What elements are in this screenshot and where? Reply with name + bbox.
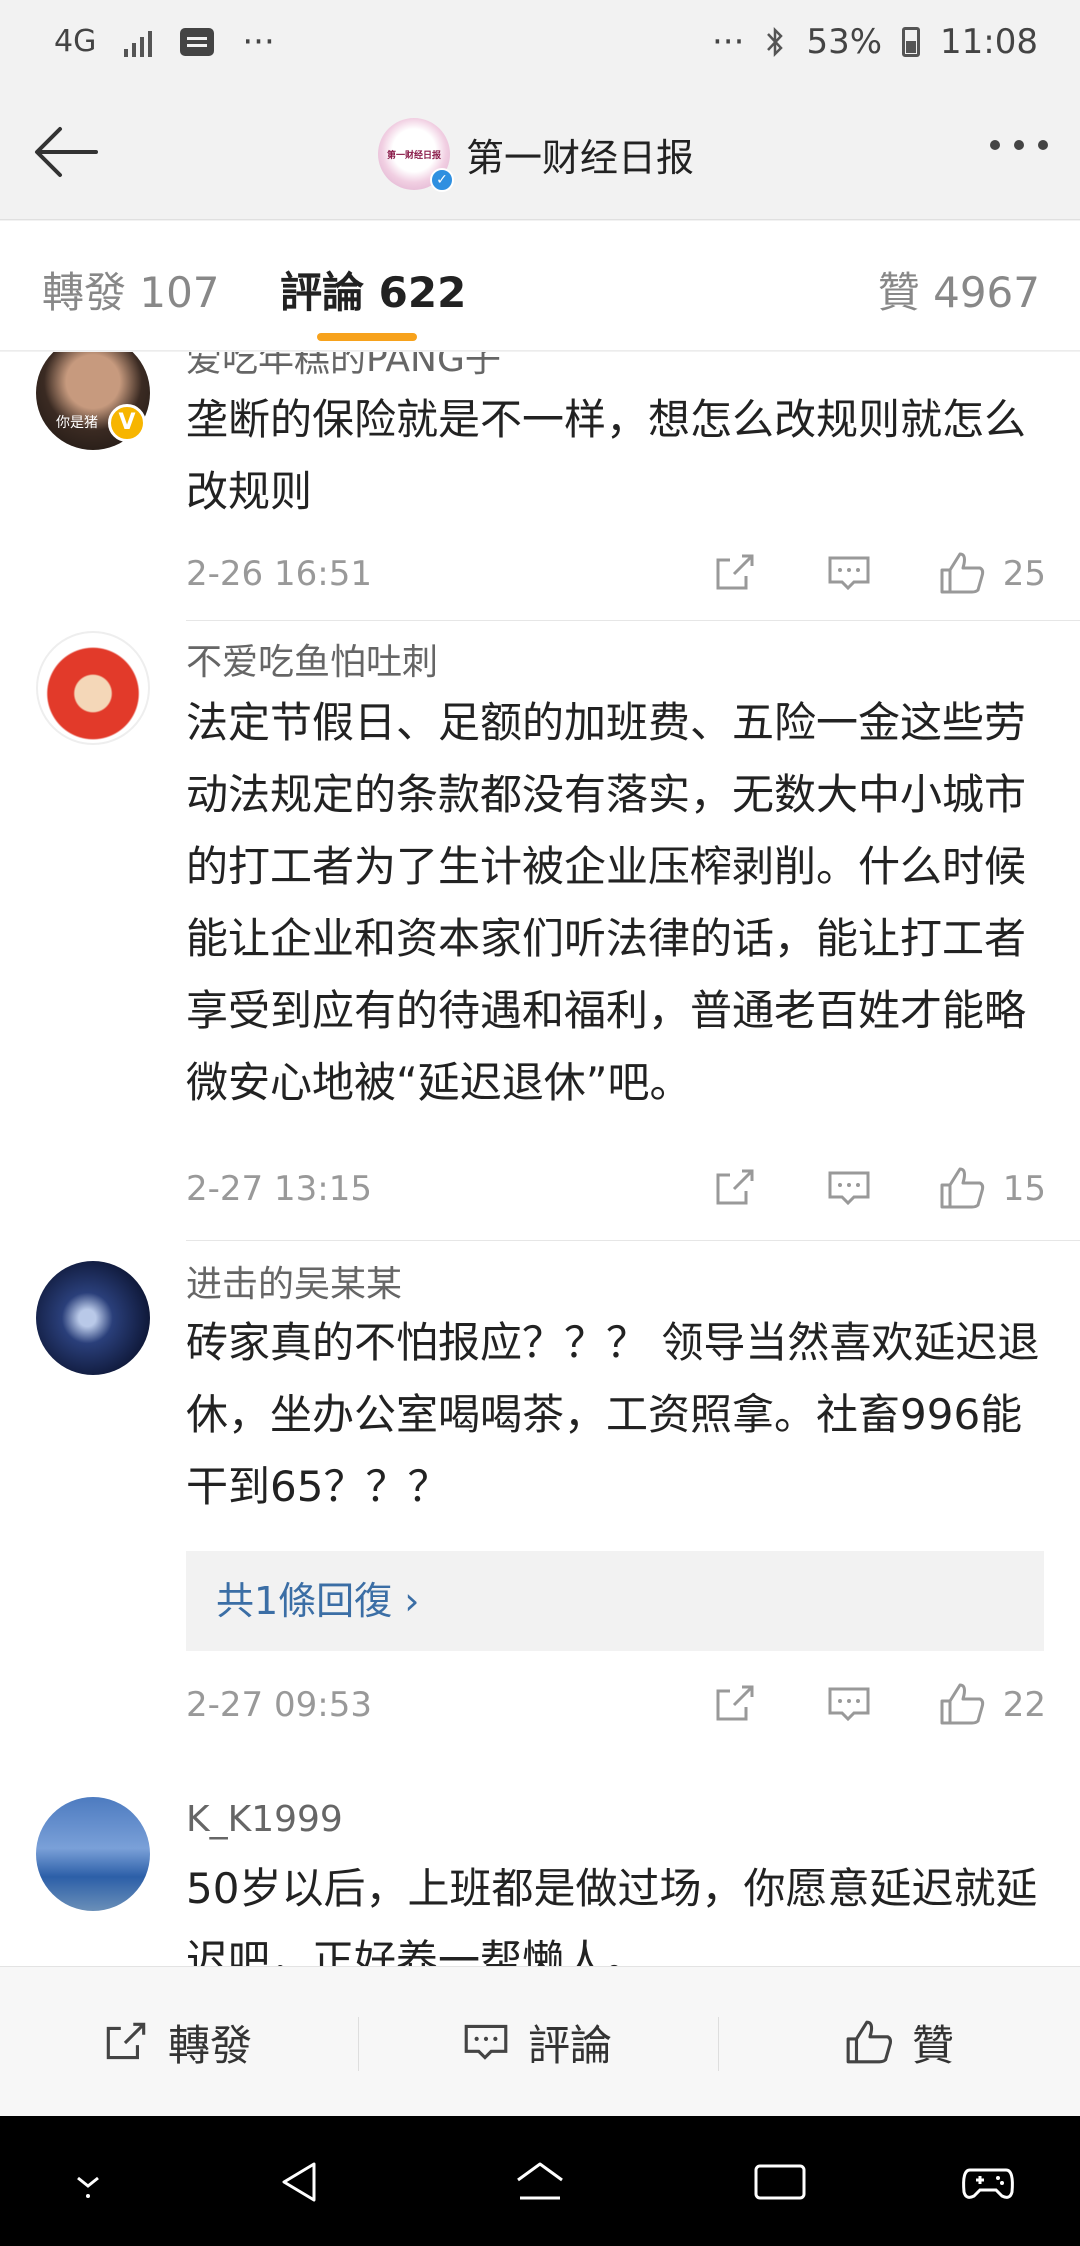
repost-button[interactable]: 轉發 xyxy=(100,1967,252,2117)
comment-icon xyxy=(464,2024,508,2060)
back-arrow-icon[interactable] xyxy=(30,120,102,184)
tab-repost[interactable]: 轉發 107 xyxy=(42,259,220,320)
signal-icon xyxy=(124,27,153,57)
repost-icon[interactable] xyxy=(712,1163,758,1213)
comment-icon[interactable] xyxy=(826,548,872,598)
like-icon[interactable] xyxy=(938,548,988,598)
battery-icon xyxy=(902,27,921,57)
account-header[interactable]: 第一财经日报 ✓ 第一财经日报 xyxy=(378,118,695,192)
collapse-icon[interactable] xyxy=(58,2152,118,2212)
comment-time: 2-26 16:51 xyxy=(186,554,372,594)
comment-username[interactable]: 爱吃年糕的PANG子 xyxy=(186,352,501,382)
comment-icon[interactable] xyxy=(826,1163,872,1213)
repost-label: 轉發 xyxy=(168,2020,253,2070)
verified-badge-icon: ✓ xyxy=(430,168,454,192)
bottom-action-bar: 轉發 評論 贊 xyxy=(0,1966,1080,2116)
logo-text: 第一财经日报 xyxy=(386,150,441,161)
comment-time: 2-27 09:53 xyxy=(186,1685,372,1725)
like-label: 贊 xyxy=(912,2020,955,2070)
status-overflow: ··· xyxy=(242,22,275,62)
active-tab-indicator xyxy=(317,333,417,341)
comment-username[interactable]: 进击的吴某某 xyxy=(186,1255,402,1307)
comment-username[interactable]: K_K1999 xyxy=(186,1799,343,1840)
verified-badge-icon: V xyxy=(108,404,146,442)
comment-username[interactable]: 不爱吃鱼怕吐刺 xyxy=(186,633,438,685)
battery-percent: 53% xyxy=(806,22,883,62)
avatar[interactable] xyxy=(36,631,150,745)
repost-icon[interactable] xyxy=(712,548,758,598)
comment-text: 法定节假日、足额的加班费、五险一金这些劳动法规定的条款都没有落实，无数大中小城市… xyxy=(186,698,1027,1107)
avatar[interactable] xyxy=(36,1261,150,1375)
comment-button[interactable]: 評論 xyxy=(460,1967,1080,2117)
like-icon xyxy=(846,2020,893,2064)
comment-meta: 2-27 13:15 15 xyxy=(186,1163,1046,1213)
status-overflow-right: ··· xyxy=(712,22,745,62)
avatar-label: 你是猪 xyxy=(56,415,98,431)
like-icon[interactable] xyxy=(938,1679,988,1729)
comment-meta: 2-26 16:51 25 xyxy=(186,548,1046,598)
comment-list[interactable]: 你是猪 V 爱吃年糕的PANG子 垄断的保险就是不一样，想怎么改规则就怎么改规则… xyxy=(0,352,1080,1966)
comment-time: 2-27 13:15 xyxy=(186,1169,372,1209)
more-options-icon[interactable] xyxy=(990,140,1048,150)
like-button[interactable]: 贊 xyxy=(844,1967,954,2117)
repost-icon xyxy=(106,2022,146,2060)
bluetooth-icon xyxy=(767,26,784,58)
repost-icon[interactable] xyxy=(712,1679,758,1729)
like-icon[interactable] xyxy=(938,1163,988,1213)
comment-text: 50岁以后，上班都是做过场，你愿意延迟就延迟吧，正好养一帮懒人。 xyxy=(186,1864,1038,1966)
comment-text: 砖家真的不怕报应？？？ 领导当然喜欢延迟退休，坐办公室喝喝茶，工资照拿。社畜99… xyxy=(186,1318,1040,1511)
message-notification-icon xyxy=(180,28,215,56)
comment-item: 你是猪 V 爱吃年糕的PANG子 垄断的保险就是不一样，想怎么改规则就怎么改规则… xyxy=(0,352,1080,621)
like-count: 22 xyxy=(1002,1685,1046,1725)
back-nav-icon[interactable] xyxy=(270,2152,330,2212)
view-replies-link[interactable]: 共1條回復 › xyxy=(186,1551,1044,1651)
like-count: 25 xyxy=(1002,554,1046,594)
comment-text: 垄断的保险就是不一样，想怎么改规则就怎么改规则 xyxy=(186,395,1027,516)
status-bar: 4G ··· ··· 53% 11:08 xyxy=(0,0,1080,90)
separator xyxy=(718,2017,719,2071)
comment-meta: 2-27 09:53 22 xyxy=(186,1679,1046,1729)
system-navigation-bar xyxy=(0,2116,1080,2246)
account-logo[interactable]: 第一财经日报 ✓ xyxy=(378,118,454,192)
tab-bar: 轉發 107 評論 622 贊 4967 xyxy=(0,221,1080,351)
clock: 11:08 xyxy=(940,22,1038,62)
avatar[interactable] xyxy=(36,1797,150,1911)
recents-nav-icon[interactable] xyxy=(750,2152,810,2212)
network-indicator: 4G xyxy=(54,24,97,59)
tab-like[interactable]: 贊 4967 xyxy=(878,259,1040,320)
top-app-bar: 第一财经日报 ✓ 第一财经日报 xyxy=(0,90,1080,220)
comment-item-partial: K_K1999 50岁以后，上班都是做过场，你愿意延迟就延迟吧，正好养一帮懒人。 xyxy=(0,1763,1080,1966)
comment-label: 評論 xyxy=(528,2020,613,2070)
comment-item: 不爱吃鱼怕吐刺 法定节假日、足额的加班费、五险一金这些劳动法规定的条款都没有落实… xyxy=(0,621,1080,1241)
page-title: 第一财经日报 xyxy=(466,135,695,180)
game-tools-icon[interactable] xyxy=(958,2152,1018,2212)
separator xyxy=(358,2017,359,2071)
home-nav-icon[interactable] xyxy=(510,2152,570,2212)
comment-icon[interactable] xyxy=(826,1679,872,1729)
like-count: 15 xyxy=(1002,1169,1046,1209)
